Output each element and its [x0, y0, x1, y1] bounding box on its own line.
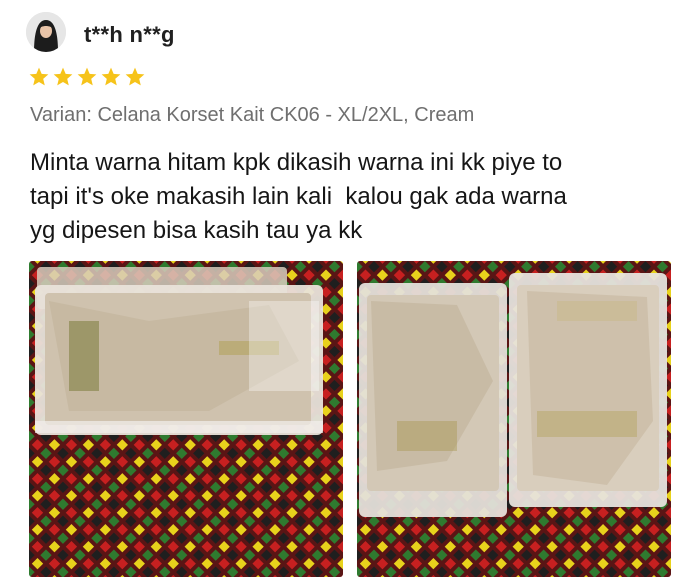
review-photo-2[interactable] [357, 261, 671, 577]
review-text-line: Minta warna hitam kpk dikasih warna ini … [30, 149, 563, 176]
reviewer-name: t**h n**g [84, 22, 175, 47]
review-photo-1[interactable] [29, 261, 343, 577]
review-text: Minta warna hitam kpk dikasih warna ini … [30, 146, 690, 248]
review-photo-1-image [29, 261, 343, 577]
avatar-image [26, 12, 66, 52]
review-text-line: yg dipesen bisa kasih tau ya kk [30, 217, 363, 244]
star-icon [125, 67, 145, 86]
review-photo-2-image [357, 261, 671, 577]
avatar[interactable] [26, 12, 66, 52]
review-text-line: tapi it's oke makasih lain kali kalou ga… [30, 183, 567, 210]
star-rating [28, 66, 146, 88]
star-icon [53, 67, 73, 86]
star-icon [77, 67, 97, 86]
star-icon [101, 67, 121, 86]
star-icon [29, 67, 49, 86]
product-variant: Varian: Celana Korset Kait CK06 - XL/2XL… [30, 104, 475, 126]
